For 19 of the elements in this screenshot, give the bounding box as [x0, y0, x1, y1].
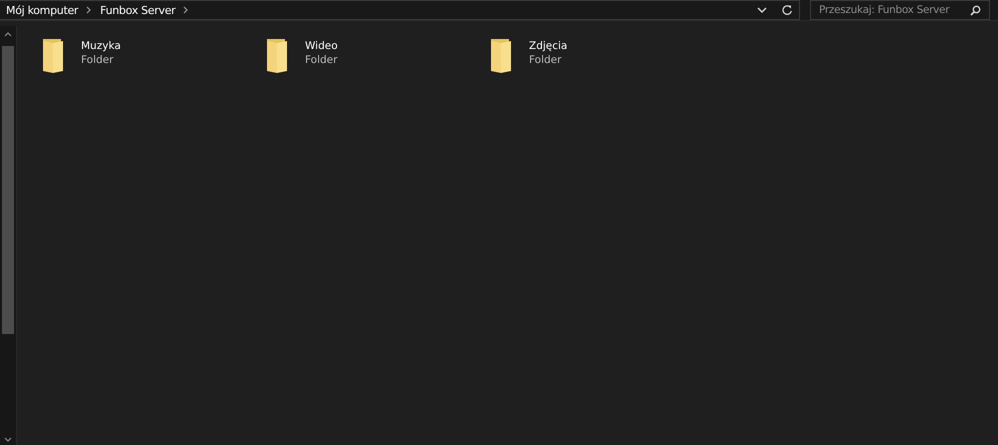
folder-icon[interactable]	[41, 38, 65, 74]
address-bar[interactable]: Mój komputer Funbox Server	[0, 0, 800, 20]
scrollbar-drawing[interactable]	[0, 26, 17, 445]
item-type: Folder	[81, 53, 114, 67]
breadcrumb[interactable]: Funbox Server	[100, 4, 176, 16]
folder-name[interactable]: Zdjęcia	[529, 39, 568, 53]
dropdown-icon[interactable]	[757, 6, 767, 14]
breadcrumb[interactable]: Mój komputer	[6, 4, 78, 16]
chevron-icon[interactable]	[183, 6, 190, 14]
search-field[interactable]: Przeszukaj: Funbox Server	[810, 0, 990, 20]
folder-name[interactable]: Muzyka	[81, 39, 121, 53]
item-type: Folder	[529, 53, 562, 67]
search-icon[interactable]	[970, 4, 981, 16]
folder-name[interactable]: Wideo	[305, 39, 338, 53]
refresh-icon[interactable]	[781, 4, 793, 16]
folder-icon[interactable]	[265, 38, 289, 74]
item-type: Folder	[305, 53, 338, 67]
folder-icon[interactable]	[489, 38, 513, 74]
chevron-icon[interactable]	[86, 6, 92, 14]
